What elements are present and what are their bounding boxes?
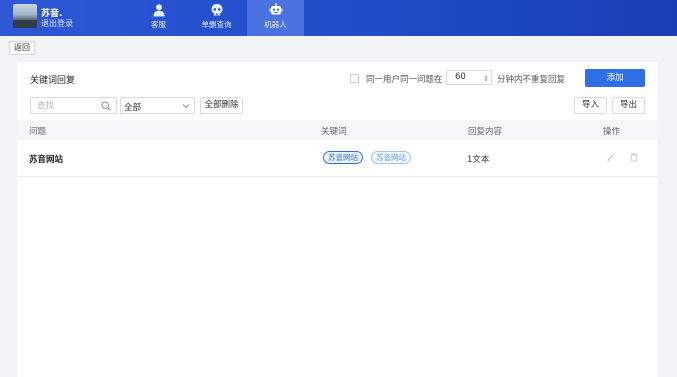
column-header-actions: 操作 [603, 127, 621, 137]
tab-customer-service[interactable]: 客服 [130, 0, 187, 36]
filter-value: 全部 [124, 103, 142, 113]
search-icon[interactable] [101, 101, 111, 111]
dedupe-checkbox[interactable] [350, 74, 359, 83]
top-navigation-bar: 苏音. 退出登录 客服 单删查询 机器人 [0, 0, 677, 36]
skull-icon [211, 4, 222, 16]
row-question: 苏音网站 [29, 155, 64, 165]
keyword-tag: 苏音网站 [323, 151, 363, 164]
tab-deletion-query[interactable]: 单删查询 [188, 0, 245, 36]
logout-link[interactable]: 退出登录 [41, 18, 73, 29]
dedupe-suffix: 分钟内不重复回复 [497, 75, 566, 85]
dedupe-minutes-input[interactable]: 60 ⇕ [446, 70, 492, 85]
keyword-reply-panel: 关键词回复 同一用户同一问题在 60 ⇕ 分钟内不重复回复 添加 全部 全部删除… [17, 62, 658, 377]
search-input[interactable] [37, 100, 99, 111]
keyword-tag: 苏音网站 [371, 151, 411, 164]
table-header: 问题 关键词 回复内容 操作 [17, 120, 658, 140]
chevron-down-icon [182, 104, 190, 109]
dedupe-minutes-value: 60 [455, 72, 466, 82]
edit-icon[interactable] [606, 152, 616, 162]
search-box[interactable] [30, 97, 117, 114]
filter-select[interactable]: 全部 [120, 97, 195, 114]
add-button[interactable]: 添加 [585, 69, 645, 87]
panel-title: 关键词回复 [30, 76, 76, 86]
tab-robot[interactable]: 机器人 [247, 0, 304, 36]
tab-label: 客服 [151, 20, 166, 29]
import-button[interactable]: 导入 [574, 97, 607, 114]
delete-all-button[interactable]: 全部删除 [200, 97, 243, 114]
column-header-reply: 回复内容 [468, 127, 503, 137]
table-row[interactable]: 苏音网站 苏音网站 苏音网站 1文本 [17, 140, 658, 177]
robot-icon [269, 3, 282, 15]
stepper-icon[interactable]: ⇕ [483, 73, 489, 86]
back-button[interactable]: 返回 [9, 41, 35, 55]
dedupe-label: 同一用户同一问题在 [366, 75, 443, 85]
row-reply: 1文本 [467, 155, 490, 165]
tab-label: 单删查询 [201, 20, 232, 29]
user-icon [153, 4, 164, 17]
column-header-keywords: 关键词 [321, 127, 347, 137]
trash-icon[interactable] [629, 152, 639, 162]
column-header-question: 问题 [29, 127, 47, 137]
export-button[interactable]: 导出 [612, 97, 645, 114]
avatar[interactable] [13, 4, 37, 28]
tab-label: 机器人 [264, 20, 287, 29]
